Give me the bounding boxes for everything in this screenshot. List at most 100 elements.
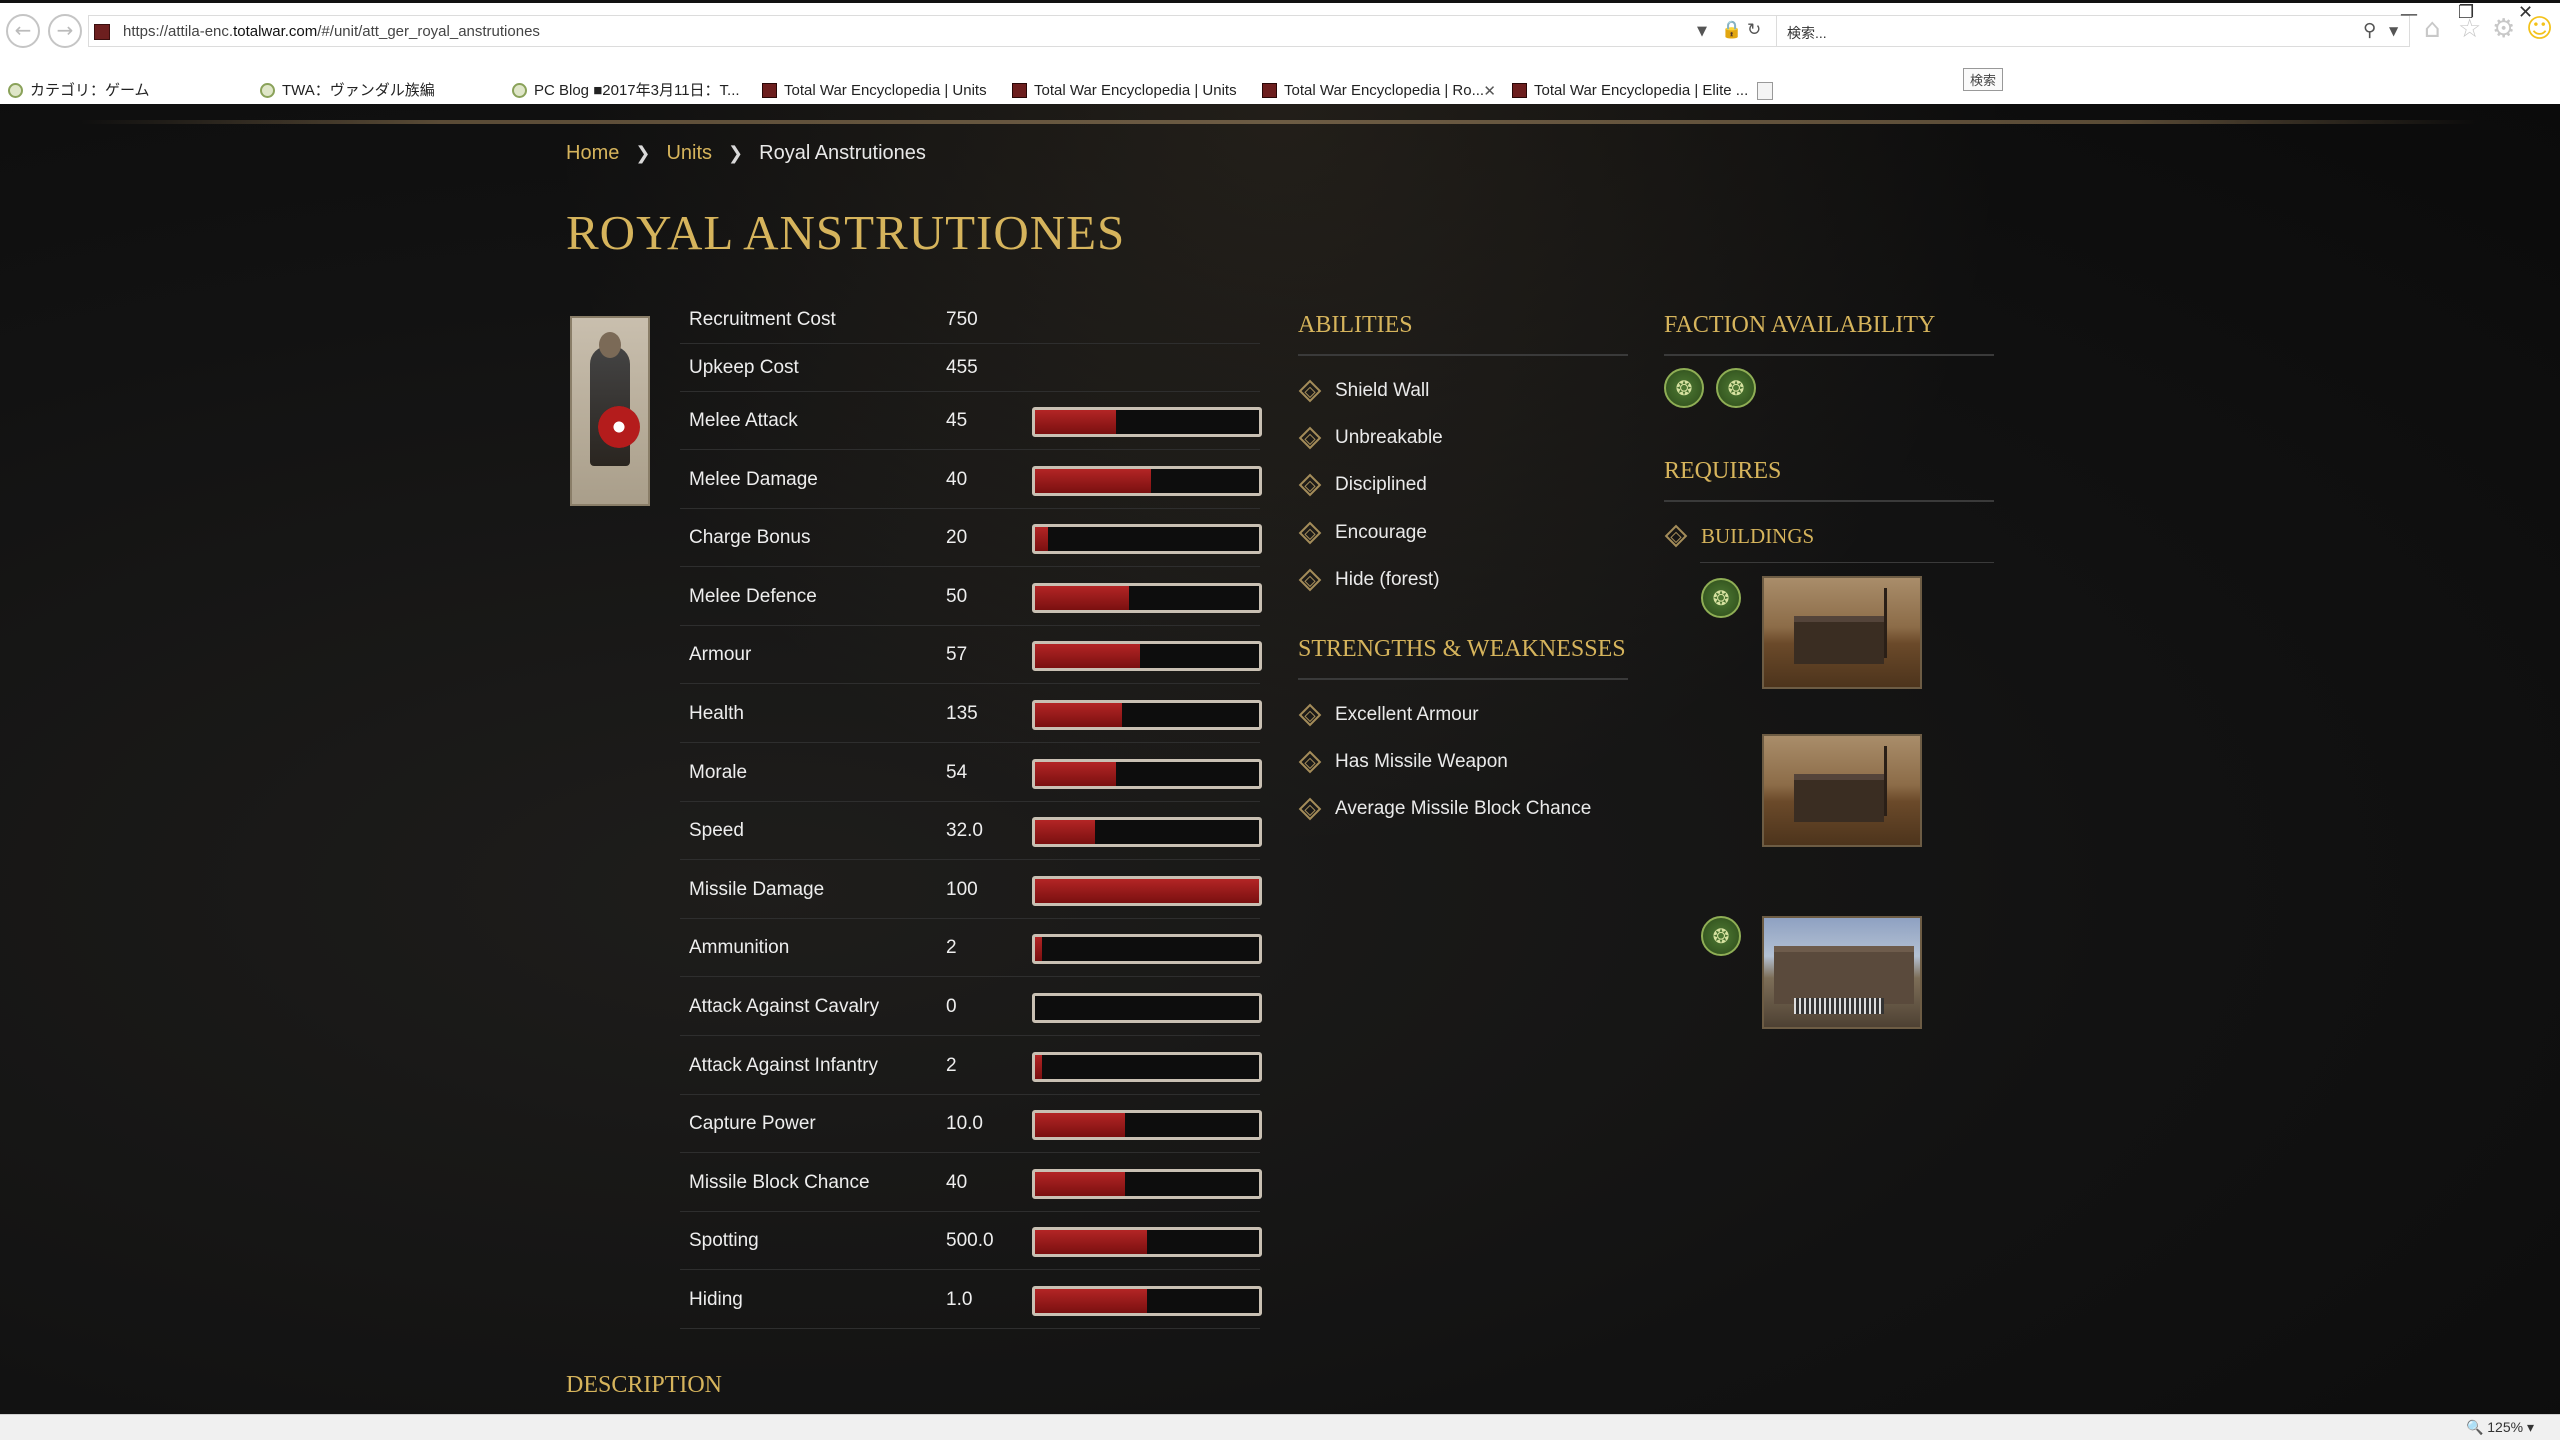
ability-item[interactable]: Hide (forest) — [1298, 567, 1440, 593]
stat-bar-fill — [1035, 468, 1152, 493]
stat-label: Speed — [689, 820, 744, 842]
stat-row: Missile Damage 100 — [680, 861, 1262, 919]
faction-triskele-icon[interactable]: ❂ — [1716, 368, 1756, 408]
tab-bar: カテゴリ：ゲーム TWA：ヴァンダル族編 PC Blog ■2017年3月11日… — [0, 75, 2560, 107]
search-box[interactable]: 検索... ⚲ ▼ — [1776, 15, 2410, 47]
tab-1[interactable]: TWA：ヴァンダル族編 — [254, 75, 504, 107]
diamond-bullet-icon — [1298, 798, 1322, 821]
stat-bar — [1032, 993, 1262, 1023]
totalwar-favicon-icon — [1512, 83, 1527, 98]
settings-gear-icon[interactable]: ⚙ — [2492, 14, 2515, 44]
stat-label: Capture Power — [689, 1113, 816, 1135]
strength-item[interactable]: Average Missile Block Chance — [1298, 796, 1591, 822]
stat-label: Attack Against Infantry — [689, 1054, 879, 1076]
refresh-icon[interactable]: ↻ — [1747, 20, 1761, 40]
faction-triskele-icon[interactable]: ❂ — [1701, 916, 1741, 956]
stat-bar — [1032, 817, 1262, 848]
new-tab-button[interactable] — [1757, 82, 1773, 100]
stat-row: Ammunition 2 — [680, 919, 1262, 978]
zoom-level[interactable]: 🔍 125% ▾ — [2466, 1419, 2534, 1436]
strength-item[interactable]: Excellent Armour — [1298, 702, 1479, 728]
building-image-1[interactable] — [1762, 576, 1922, 689]
diamond-bullet-icon — [1664, 524, 1688, 548]
stat-bar-fill — [1035, 1113, 1125, 1138]
dropdown-icon[interactable]: ▼ — [1697, 24, 1707, 39]
portrait-shield — [598, 406, 640, 448]
stat-bar — [1032, 934, 1262, 965]
tab-2[interactable]: PC Blog ■2017年3月11日：T... — [506, 75, 750, 107]
tab-6[interactable]: Total War Encyclopedia | Elite ... — [1506, 75, 1752, 107]
stat-bar — [1032, 1286, 1262, 1316]
diamond-bullet-icon — [1298, 474, 1322, 497]
building-image-2[interactable] — [1762, 734, 1922, 847]
site-favicon-icon — [94, 24, 110, 40]
diamond-bullet-icon — [1298, 703, 1322, 727]
close-window-icon[interactable]: ✕ — [2518, 2, 2533, 23]
back-button[interactable]: ← — [6, 14, 40, 48]
stat-label: Melee Damage — [689, 468, 818, 490]
stat-value: 500.0 — [946, 1230, 994, 1252]
stat-label: Charge Bonus — [689, 527, 811, 549]
breadcrumb-current: Royal Anstrutiones — [759, 142, 926, 165]
faction-heading: FACTION AVAILABILITY — [1664, 312, 1936, 338]
tab-0[interactable]: カテゴリ：ゲーム — [2, 75, 252, 107]
stat-label: Recruitment Cost — [689, 309, 836, 330]
header-divider — [80, 120, 2480, 124]
stat-value: 54 — [946, 761, 968, 783]
stat-bar-fill — [1035, 410, 1116, 434]
address-bar[interactable]: https://attila-enc.totalwar.com/#/unit/a… — [88, 15, 1778, 47]
stat-value: 20 — [946, 527, 968, 549]
stat-bar-fill — [1035, 585, 1130, 610]
minimize-icon[interactable]: — — [2400, 4, 2418, 25]
diamond-bullet-icon — [1298, 379, 1322, 403]
ability-item[interactable]: Unbreakable — [1298, 425, 1443, 451]
search-dropdown-icon[interactable]: ▼ — [2389, 24, 2398, 38]
faction-triskele-icon[interactable]: ❂ — [1664, 368, 1704, 408]
ability-item[interactable]: Disciplined — [1298, 472, 1427, 498]
ability-item[interactable]: Shield Wall — [1298, 378, 1429, 404]
restore-icon[interactable]: ❐ — [2458, 2, 2474, 23]
stat-row: Melee Damage 40 — [680, 451, 1262, 509]
ability-item[interactable]: Encourage — [1298, 520, 1427, 546]
building-structure — [1794, 774, 1884, 822]
stat-label: Ammunition — [689, 937, 790, 959]
stat-label: Upkeep Cost — [689, 357, 799, 378]
search-placeholder: 検索... — [1787, 25, 1827, 41]
stat-label: Hiding — [689, 1289, 743, 1310]
close-tab-icon[interactable]: ✕ — [1483, 75, 1496, 107]
strength-item[interactable]: Has Missile Weapon — [1298, 749, 1508, 775]
stat-value: 135 — [946, 703, 978, 724]
tab-4[interactable]: Total War Encyclopedia | Units — [1006, 75, 1252, 107]
stat-row: Melee Defence 50 — [680, 568, 1262, 626]
stat-bar-fill — [1035, 1230, 1147, 1255]
breadcrumb-home-link[interactable]: Home — [566, 142, 619, 165]
search-icon[interactable]: ⚲ — [2363, 20, 2376, 41]
stat-value: 45 — [946, 410, 968, 431]
strength-item-label: Has Missile Weapon — [1335, 751, 1508, 773]
buildings-subheading: BUILDINGS — [1664, 523, 1814, 549]
stat-row: Speed 32.0 — [680, 802, 1262, 861]
strength-item-label: Excellent Armour — [1335, 704, 1479, 725]
building-image-3[interactable] — [1762, 916, 1922, 1029]
stat-label: Health — [689, 703, 744, 724]
stat-value: 57 — [946, 644, 968, 666]
abilities-divider — [1298, 354, 1628, 356]
search-tooltip: 検索 — [1963, 68, 2004, 91]
stat-row: Missile Block Chance 40 — [680, 1154, 1262, 1212]
tab-5-active[interactable]: Total War Encyclopedia | Ro... ✕ — [1256, 75, 1502, 107]
stat-bar — [1032, 1227, 1262, 1258]
stat-bar-fill — [1035, 761, 1116, 786]
portrait-head — [599, 332, 621, 358]
forward-button[interactable]: → — [48, 14, 82, 48]
buildings-divider — [1700, 562, 1994, 563]
stat-row: Melee Attack 45 — [680, 392, 1262, 450]
faction-triskele-icon[interactable]: ❂ — [1701, 578, 1741, 618]
home-icon[interactable]: ⌂ — [2424, 14, 2441, 44]
tab-3[interactable]: Total War Encyclopedia | Units — [756, 75, 1002, 107]
breadcrumb-units-link[interactable]: Units — [666, 142, 712, 165]
stat-label: Melee Attack — [689, 410, 798, 431]
url-text: https://attila-enc.totalwar.com/#/unit/a… — [123, 23, 540, 40]
lock-icon[interactable]: 🔒 — [1721, 20, 1742, 40]
building-structure — [1794, 616, 1884, 664]
stat-value: 1.0 — [946, 1289, 973, 1310]
